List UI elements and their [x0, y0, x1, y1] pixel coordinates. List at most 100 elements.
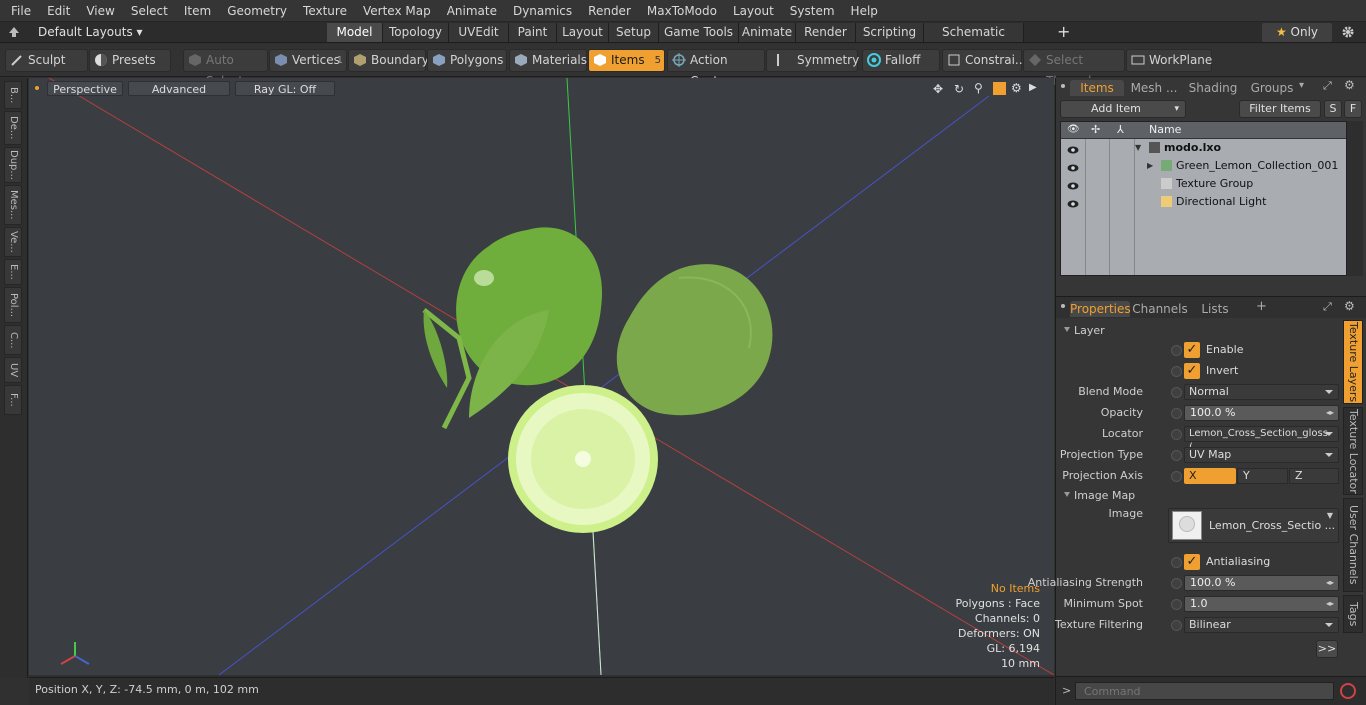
invert-dot-icon[interactable]	[1171, 366, 1182, 377]
expand-icon[interactable]: ⤢	[1323, 79, 1332, 93]
left-tab-6[interactable]: Pol...	[4, 287, 22, 323]
texture-filtering-dot-icon[interactable]	[1171, 620, 1182, 631]
tree-row[interactable]: ▶ Green_Lemon_Collection_001	[1061, 157, 1348, 175]
raygl-button[interactable]: Ray GL: Off	[235, 81, 335, 96]
gear-icon[interactable]	[1341, 25, 1355, 39]
tree-row[interactable]: Texture Group	[1061, 175, 1348, 193]
layout-tab-game-tools[interactable]: Game Tools	[659, 23, 739, 42]
record-icon[interactable]	[1340, 683, 1356, 699]
left-tab-7[interactable]: C...	[4, 325, 22, 355]
move-view-icon[interactable]: ✥	[933, 82, 943, 96]
viewport-settings-icon[interactable]: ⚙	[1011, 81, 1022, 95]
menu-item-geometry[interactable]: Geometry	[219, 0, 295, 22]
properties-tab-0[interactable]: Properties	[1070, 301, 1131, 317]
side-tab-3[interactable]: Tags	[1343, 595, 1363, 633]
left-tab-4[interactable]: Ve...	[4, 227, 22, 257]
materials-button[interactable]: Materials	[509, 49, 587, 72]
opacity-dot-icon[interactable]	[1171, 408, 1182, 419]
layout-tab-animate[interactable]: Animate	[739, 23, 796, 42]
menu-item-file[interactable]: File	[0, 0, 39, 22]
menu-item-maxtomodo[interactable]: MaxToModo	[639, 0, 725, 22]
tree-row[interactable]: ▼ modo.lxo	[1061, 139, 1348, 157]
menu-item-select[interactable]: Select	[123, 0, 176, 22]
eye-icon[interactable]	[1067, 179, 1079, 190]
filter-items-button[interactable]: Filter Items	[1239, 100, 1321, 118]
auto-select-button[interactable]: Auto Select	[183, 49, 268, 88]
image-select[interactable]: Lemon_Cross_Sectio ... ▼	[1168, 508, 1339, 543]
left-tab-8[interactable]: UV	[4, 357, 22, 383]
axis-z-button[interactable]: Z	[1289, 468, 1339, 484]
boundary-button[interactable]: Boundary	[348, 49, 429, 72]
left-tab-3[interactable]: Mes...	[4, 185, 22, 225]
menu-item-view[interactable]: View	[78, 0, 122, 22]
layout-tab-setup[interactable]: Setup	[609, 23, 659, 42]
layout-selector[interactable]: Default Layouts ▾	[28, 22, 143, 42]
menu-item-texture[interactable]: Texture	[295, 0, 355, 22]
properties-tab-2[interactable]: Lists	[1190, 301, 1240, 317]
items-tab-2[interactable]: Shading	[1184, 80, 1242, 96]
spinner-icon[interactable]: ◂▸	[1326, 578, 1336, 588]
menu-item-render[interactable]: Render	[580, 0, 639, 22]
menu-item-item[interactable]: Item	[176, 0, 219, 22]
side-tab-2[interactable]: User Channels	[1343, 498, 1363, 592]
view-mode-button[interactable]: Perspective	[47, 81, 123, 96]
tree-row[interactable]: Directional Light	[1061, 193, 1348, 211]
texture-filtering-select[interactable]: Bilinear	[1184, 617, 1339, 633]
items-button[interactable]: Items 5	[588, 49, 665, 72]
antialiasing-checkbox[interactable]: ✓	[1184, 554, 1200, 570]
axis-x-button[interactable]: X	[1184, 468, 1236, 484]
menu-item-help[interactable]: Help	[843, 0, 886, 22]
tree-scrollbar[interactable]	[1347, 121, 1363, 276]
layout-tab-model[interactable]: Model	[327, 23, 383, 42]
enable-dot-icon[interactable]	[1171, 345, 1182, 356]
s-button[interactable]: S	[1324, 100, 1342, 118]
layout-tab-render[interactable]: Render	[796, 23, 856, 42]
up-arrow-icon[interactable]	[8, 26, 20, 38]
side-tab-0[interactable]: Texture Layers	[1343, 320, 1363, 404]
sculpt-button[interactable]: Sculpt	[5, 49, 88, 72]
aa-strength-field[interactable]: 100.0 % ◂▸	[1184, 575, 1339, 591]
menu-item-system[interactable]: System	[782, 0, 843, 22]
menu-item-edit[interactable]: Edit	[39, 0, 78, 22]
min-spot-field[interactable]: 1.0 ◂▸	[1184, 596, 1339, 612]
items-tab-0[interactable]: Items	[1070, 80, 1124, 96]
layout-tab-topology[interactable]: Topology	[383, 23, 449, 42]
image-map-section[interactable]: Image Map	[1060, 487, 1135, 504]
tab-menu-arrow-icon[interactable]: ▾	[1299, 80, 1304, 91]
antialiasing-dot-icon[interactable]	[1171, 557, 1182, 568]
left-tab-5[interactable]: E...	[4, 259, 22, 285]
select-through-button[interactable]: Select Through	[1023, 49, 1125, 88]
panel-gear-icon[interactable]: ⚙	[1344, 299, 1355, 313]
more-button[interactable]: >>	[1316, 640, 1338, 658]
properties-tab-1[interactable]: Channels	[1132, 301, 1188, 317]
enable-checkbox[interactable]: ✓	[1184, 342, 1200, 358]
locator-dot-icon[interactable]	[1171, 429, 1182, 440]
projection-type-dot-icon[interactable]	[1171, 450, 1182, 461]
left-tab-0[interactable]: B...	[4, 81, 22, 109]
collapse-arrow-icon[interactable]: ▼	[1135, 139, 1141, 157]
opacity-field[interactable]: 100.0 % ◂▸	[1184, 405, 1339, 421]
add-item-button[interactable]: Add Item ▾	[1060, 100, 1186, 118]
projection-axis-dot-icon[interactable]	[1171, 471, 1182, 482]
side-tab-1[interactable]: Texture Locator	[1343, 407, 1363, 495]
only-button[interactable]: ★ Only	[1262, 23, 1332, 42]
add-tab-icon[interactable]: +	[1256, 299, 1267, 314]
layout-tab-scripting[interactable]: Scripting	[856, 23, 924, 42]
fit-view-icon[interactable]	[993, 82, 1006, 95]
menu-item-layout[interactable]: Layout	[725, 0, 782, 22]
blend-mode-select[interactable]: Normal	[1184, 384, 1339, 400]
eye-icon[interactable]	[1067, 161, 1079, 172]
viewport-menu-arrow-icon[interactable]: ▶	[1029, 82, 1037, 93]
presets-button[interactable]: Presets	[89, 49, 171, 72]
zoom-view-icon[interactable]: ⚲	[974, 81, 983, 95]
axis-y-button[interactable]: Y	[1237, 468, 1288, 484]
min-spot-dot-icon[interactable]	[1171, 599, 1182, 610]
eye-icon[interactable]	[1067, 197, 1079, 208]
spinner-icon[interactable]: ◂▸	[1326, 599, 1336, 609]
aa-strength-dot-icon[interactable]	[1171, 578, 1182, 589]
projection-type-select[interactable]: UV Map	[1184, 447, 1339, 463]
left-tab-1[interactable]: De...	[4, 111, 22, 145]
layout-tab-schematic-fusion[interactable]: Schematic Fusion	[924, 23, 1024, 58]
3d-viewport[interactable]: Perspective Advanced Ray GL: Off ✥ ↻ ⚲ ⚙…	[29, 78, 1054, 675]
workplane-button[interactable]: WorkPlane	[1126, 49, 1212, 72]
